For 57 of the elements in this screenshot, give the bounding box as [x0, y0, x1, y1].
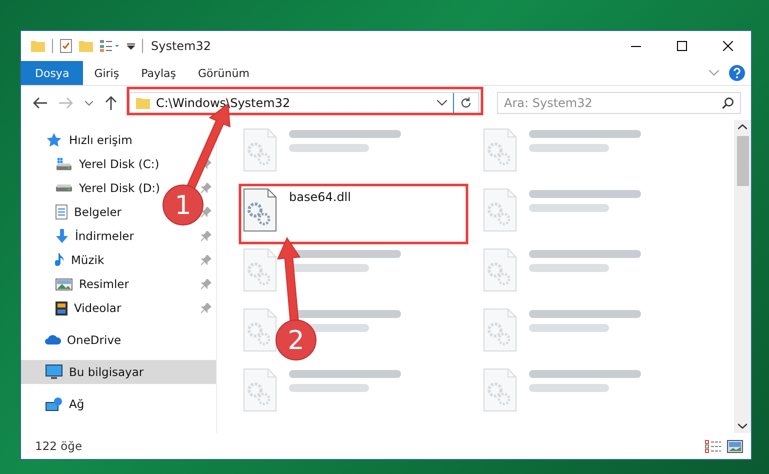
ribbon-tab[interactable]: Paylaş: [130, 61, 187, 85]
sidebar-item[interactable]: Bu bilgisayar: [45, 361, 144, 383]
sidebar-item[interactable]: Yerel Disk (D:): [55, 177, 160, 199]
step-badge: [276, 320, 316, 360]
folder-icon[interactable]: [31, 40, 45, 52]
cloud-icon: [45, 335, 61, 345]
new-folder-icon[interactable]: [79, 40, 93, 52]
scroll-up-icon[interactable]: [738, 124, 747, 130]
chevron-down-icon[interactable]: [437, 100, 447, 106]
details-view-icon[interactable]: [705, 440, 721, 452]
sidebar-item[interactable]: Hızlı erişim: [45, 129, 132, 151]
back-arrow-icon[interactable]: [33, 97, 47, 109]
properties-icon[interactable]: [60, 39, 72, 53]
sidebar-item[interactable]: İndirmeler: [55, 225, 134, 247]
sidebar-item[interactable]: Belgeler: [55, 201, 122, 223]
view-icon[interactable]: [100, 40, 120, 52]
close-icon: [723, 41, 733, 51]
caret-icon[interactable]: [127, 42, 135, 50]
sidebar-item[interactable]: Yerel Disk (C:): [55, 153, 160, 175]
help-icon[interactable]: [729, 65, 745, 81]
window-title: System32: [151, 39, 212, 53]
download-arrow-icon: [55, 228, 69, 244]
gear-file-icon[interactable]: [243, 188, 277, 232]
forward-arrow-icon[interactable]: [59, 97, 73, 109]
sidebar-item[interactable]: Ağ: [45, 393, 84, 415]
step-badge: [162, 184, 204, 226]
star-icon: [45, 132, 63, 148]
document-icon: [55, 204, 68, 220]
scrollbar-thumb[interactable]: [736, 136, 748, 186]
item-count: 122 öğe: [35, 439, 82, 453]
sidebar-item[interactable]: Müzik: [55, 249, 104, 271]
refresh-icon[interactable]: [460, 97, 472, 109]
pin-icon[interactable]: [201, 207, 211, 217]
search-icon: [722, 97, 734, 109]
network-icon: [45, 397, 63, 411]
sidebar-item[interactable]: Resimler: [55, 273, 129, 295]
drive-icon: [55, 184, 73, 192]
ribbon-tab[interactable]: Görünüm: [187, 61, 260, 85]
thumbnail-view-icon[interactable]: [727, 440, 743, 452]
step-number: 1: [174, 191, 192, 221]
ribbon-tab[interactable]: Dosya: [21, 61, 84, 85]
step-number: 2: [288, 326, 304, 356]
sidebar-item[interactable]: Videolar: [55, 297, 122, 319]
maximize-icon: [677, 41, 687, 51]
film-icon: [55, 300, 68, 316]
drive-icon: [55, 157, 73, 171]
up-arrow-icon[interactable]: [105, 96, 117, 110]
sidebar-item[interactable]: OneDrive: [45, 329, 122, 351]
search-field[interactable]: Ara: System32: [497, 92, 741, 114]
ribbon-tab[interactable]: Giriş: [83, 61, 130, 85]
file-name[interactable]: base64.dll: [289, 190, 351, 204]
folder-icon: [136, 97, 150, 109]
picture-icon: [55, 278, 73, 290]
music-note-icon: [55, 252, 65, 268]
address-path: C:\Windows\System32: [156, 96, 292, 110]
scroll-down-icon[interactable]: [738, 423, 747, 429]
monitor-icon: [45, 364, 63, 380]
